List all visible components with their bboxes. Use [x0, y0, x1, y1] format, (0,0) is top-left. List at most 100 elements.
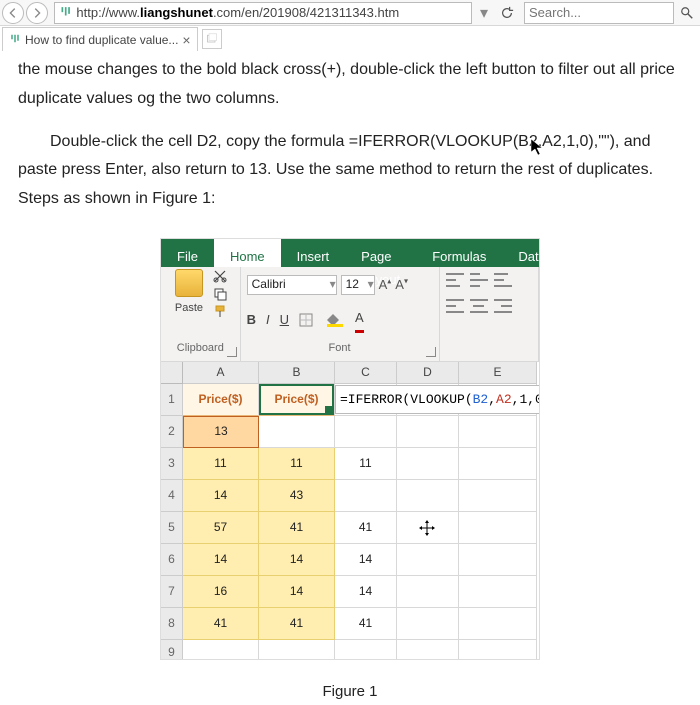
- cell-a8[interactable]: 41: [183, 608, 259, 640]
- col-header-c[interactable]: C: [335, 362, 397, 384]
- cell-b4[interactable]: 43: [259, 480, 335, 512]
- copy-icon[interactable]: [213, 287, 229, 301]
- address-bar[interactable]: http://www.liangshunet.com/en/201908/421…: [54, 2, 472, 24]
- col-header-e[interactable]: E: [459, 362, 537, 384]
- new-tab-button[interactable]: [202, 29, 222, 49]
- cell-a3[interactable]: 11: [183, 448, 259, 480]
- italic-button[interactable]: I: [266, 308, 270, 331]
- align-center-icon[interactable]: [470, 299, 488, 313]
- cell-b5[interactable]: 41: [259, 512, 335, 544]
- cell-a2[interactable]: 13: [183, 416, 259, 448]
- cell-b3[interactable]: 11: [259, 448, 335, 480]
- nav-forward-button[interactable]: [26, 2, 48, 24]
- cell-d4[interactable]: [397, 480, 459, 512]
- cut-icon[interactable]: [213, 269, 229, 283]
- cell-c7[interactable]: 14: [335, 576, 397, 608]
- cell-e8[interactable]: [459, 608, 537, 640]
- row-header[interactable]: 8: [161, 608, 183, 640]
- cell-b2[interactable]: [259, 416, 335, 448]
- cell-c6[interactable]: 14: [335, 544, 397, 576]
- tab-home[interactable]: Home: [214, 239, 281, 267]
- align-top-icon[interactable]: [446, 273, 464, 287]
- align-right-icon[interactable]: [494, 299, 512, 313]
- row-header[interactable]: 4: [161, 480, 183, 512]
- sheet-grid[interactable]: A B C D E 1 Price($) Price($) 2 13: [161, 362, 539, 660]
- search-input[interactable]: [529, 5, 669, 20]
- cell-d5[interactable]: [397, 512, 459, 544]
- col-header-b[interactable]: B: [259, 362, 335, 384]
- bold-button[interactable]: B: [247, 308, 256, 331]
- search-button[interactable]: [676, 2, 698, 24]
- cell-c2[interactable]: [335, 416, 397, 448]
- shrink-font-icon[interactable]: A▾: [395, 273, 408, 296]
- cell-c4[interactable]: [335, 480, 397, 512]
- cell-c5[interactable]: 41: [335, 512, 397, 544]
- cell-c8[interactable]: 41: [335, 608, 397, 640]
- cell-a7[interactable]: 16: [183, 576, 259, 608]
- nav-back-button[interactable]: [2, 2, 24, 24]
- cell-e9[interactable]: [459, 640, 537, 660]
- align-bottom-icon[interactable]: [494, 273, 512, 287]
- cell-a4[interactable]: 14: [183, 480, 259, 512]
- cell-c9[interactable]: [335, 640, 397, 660]
- tab-page-layout[interactable]: Page Layout: [345, 239, 416, 267]
- tab-data[interactable]: Data: [502, 239, 540, 267]
- tab-close-button[interactable]: ×: [182, 32, 190, 48]
- cell-d8[interactable]: [397, 608, 459, 640]
- browser-tab[interactable]: How to find duplicate value... ×: [2, 27, 198, 51]
- row-header[interactable]: 6: [161, 544, 183, 576]
- cell-e7[interactable]: [459, 576, 537, 608]
- cell-a5[interactable]: 57: [183, 512, 259, 544]
- row-header[interactable]: 3: [161, 448, 183, 480]
- cell-a9[interactable]: [183, 640, 259, 660]
- paste-button[interactable]: Paste: [167, 269, 211, 319]
- cell-e6[interactable]: [459, 544, 537, 576]
- align-middle-icon[interactable]: [470, 273, 488, 287]
- cell-b1[interactable]: Price($): [259, 384, 335, 416]
- align-left-icon[interactable]: [446, 299, 464, 313]
- cell-d3[interactable]: [397, 448, 459, 480]
- cell-e2[interactable]: [459, 416, 537, 448]
- cell-b8[interactable]: 41: [259, 608, 335, 640]
- cell-c3[interactable]: 11: [335, 448, 397, 480]
- row-header[interactable]: 1: [161, 384, 183, 416]
- paste-label: Paste: [175, 299, 203, 319]
- refresh-button[interactable]: [496, 2, 518, 24]
- fill-color-icon[interactable]: [327, 313, 345, 327]
- underline-button[interactable]: U: [280, 308, 289, 331]
- grow-font-icon[interactable]: A▴: [379, 273, 392, 296]
- row-header[interactable]: 5: [161, 512, 183, 544]
- font-size-select[interactable]: 12▾: [341, 275, 375, 295]
- cell-b6[interactable]: 14: [259, 544, 335, 576]
- row-header[interactable]: 7: [161, 576, 183, 608]
- cell-d2[interactable]: [397, 416, 459, 448]
- cell-b9[interactable]: [259, 640, 335, 660]
- tab-insert[interactable]: Insert: [281, 239, 346, 267]
- cell-e5[interactable]: [459, 512, 537, 544]
- search-box[interactable]: [524, 2, 674, 24]
- cell-b7[interactable]: 14: [259, 576, 335, 608]
- cell-a1[interactable]: Price($): [183, 384, 259, 416]
- row-header[interactable]: 9: [161, 640, 183, 660]
- font-name-select[interactable]: Calibri▾: [247, 275, 337, 295]
- row-header[interactable]: 2: [161, 416, 183, 448]
- cell-d6[interactable]: [397, 544, 459, 576]
- url-dropdown-icon[interactable]: ▾: [474, 3, 494, 23]
- col-header-d[interactable]: D: [397, 362, 459, 384]
- cell-e4[interactable]: [459, 480, 537, 512]
- cell-a6[interactable]: 14: [183, 544, 259, 576]
- cell-e3[interactable]: [459, 448, 537, 480]
- select-all-corner[interactable]: [161, 362, 183, 384]
- tab-file[interactable]: File: [161, 239, 214, 267]
- dialog-launcher[interactable]: [426, 347, 436, 357]
- borders-icon[interactable]: [299, 313, 317, 327]
- cell-d9[interactable]: [397, 640, 459, 660]
- paragraph: the mouse changes to the bold black cros…: [18, 56, 682, 114]
- col-header-a[interactable]: A: [183, 362, 259, 384]
- dialog-launcher[interactable]: [227, 347, 237, 357]
- tab-formulas[interactable]: Formulas: [416, 239, 502, 267]
- cell-d7[interactable]: [397, 576, 459, 608]
- font-color-icon[interactable]: A: [355, 306, 364, 332]
- format-painter-icon[interactable]: [213, 305, 229, 319]
- formula-edit-box[interactable]: =IFERROR(VLOOKUP(B2,A2,1,0),""): [335, 385, 540, 414]
